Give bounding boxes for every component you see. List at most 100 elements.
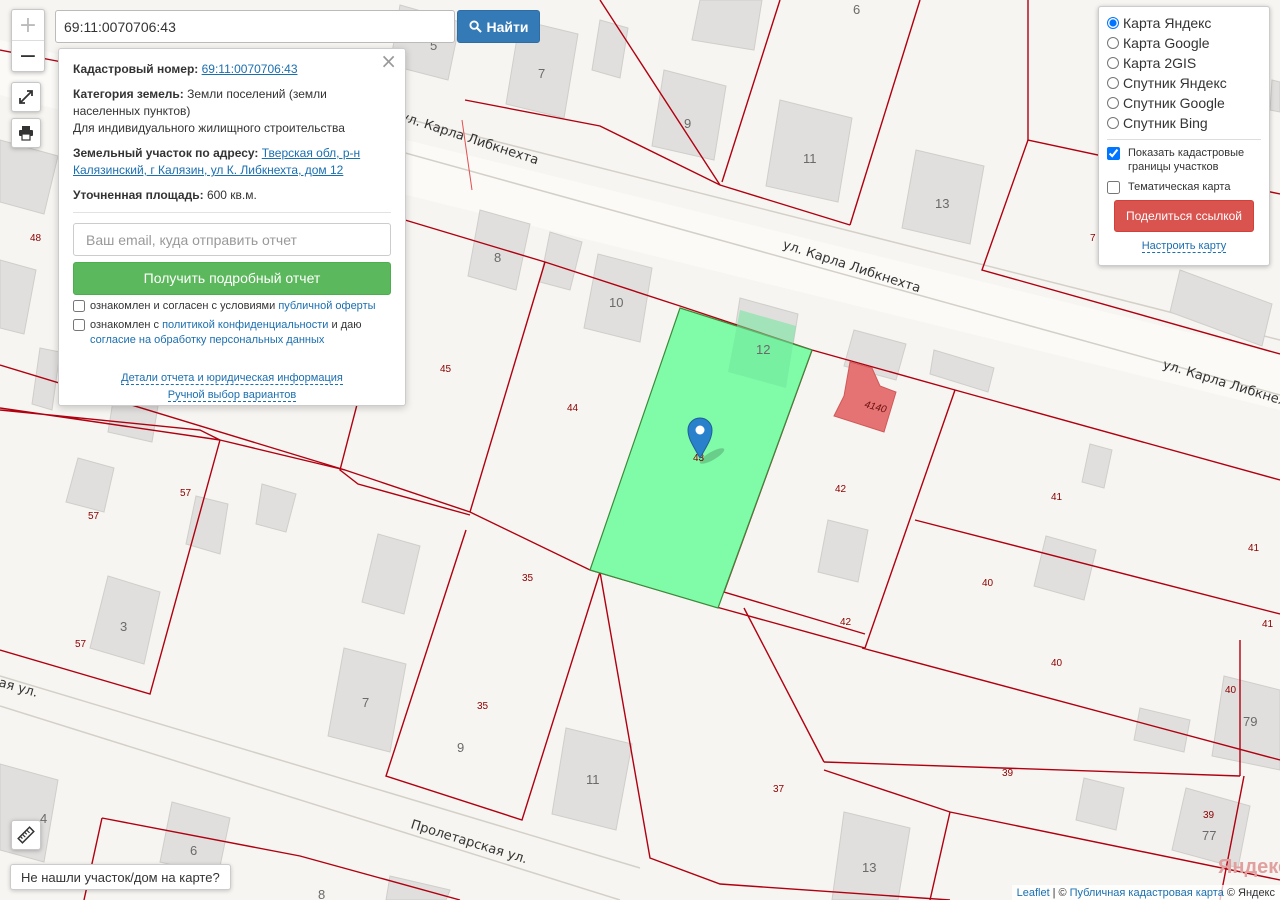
address-label: Земельный участок по адресу: [73, 146, 259, 160]
privacy-link[interactable]: политикой конфиденциальности [162, 319, 328, 331]
plot-number: 44 [567, 403, 579, 414]
offer-checkbox[interactable] [73, 300, 85, 312]
area-label: Уточненная площадь: [73, 188, 204, 202]
house-number: 9 [457, 740, 464, 755]
zoom-out-button[interactable]: − [12, 41, 44, 71]
privacy-agreement-row: ознакомлен с политикой конфиденциальност… [73, 318, 391, 348]
consent-link[interactable]: согласие на обработку персональных данны… [90, 334, 324, 346]
pkk-link[interactable]: Публичная кадастровая карта [1070, 887, 1224, 899]
search-icon [468, 20, 482, 33]
layer-option-google-map[interactable]: Карта Google [1107, 33, 1261, 53]
offer-link[interactable]: публичной оферты [278, 300, 375, 312]
plot-number: 48 [30, 233, 42, 244]
house-number: 77 [1202, 828, 1216, 843]
yandex-logo: Яндекс [1218, 856, 1280, 878]
house-number: 3 [120, 619, 127, 634]
plot-number: 40 [982, 578, 994, 589]
area-value: 600 кв.м. [206, 188, 257, 202]
cadastral-number-link[interactable]: 69:11:0070706:43 [202, 62, 298, 76]
layer-radio[interactable] [1107, 37, 1119, 49]
report-details-link[interactable]: Детали отчета и юридическая информация [121, 372, 343, 385]
setup-map-row: Настроить карту [1107, 240, 1261, 253]
offer-prefix: ознакомлен и согласен с условиями [90, 300, 276, 312]
plot-number: 35 [477, 701, 489, 712]
house-number: 8 [318, 887, 325, 900]
privacy-checkbox[interactable] [73, 319, 85, 331]
plot-number: 45 [440, 364, 452, 375]
privacy-prefix: ознакомлен с [90, 319, 160, 331]
land-use-value: Для индивидуального жилищного строительс… [73, 121, 345, 135]
fullscreen-button[interactable] [11, 82, 41, 112]
thematic-map-checkbox[interactable] [1107, 181, 1120, 194]
layer-label: Карта Яндекс [1123, 15, 1212, 31]
plot-number: 41 [1262, 619, 1274, 630]
house-number: 10 [609, 295, 623, 310]
layer-option-yandex-sat[interactable]: Спутник Яндекс [1107, 73, 1261, 93]
land-category-label: Категория земель: [73, 87, 184, 101]
show-boundaries-checkbox[interactable] [1107, 147, 1120, 160]
share-link-button[interactable]: Поделиться ссылкой [1114, 200, 1254, 232]
plot-number: 57 [75, 639, 87, 650]
privacy-text: ознакомлен с политикой конфиденциальност… [90, 318, 391, 348]
not-found-button[interactable]: Не нашли участок/дом на карте? [10, 864, 231, 890]
house-number: 79 [1243, 714, 1257, 729]
zoom-in-button[interactable]: + [12, 10, 44, 41]
ruler-button[interactable] [11, 820, 41, 850]
house-number: 12 [756, 342, 770, 357]
thematic-map-label: Тематическая карта [1128, 181, 1231, 193]
map-attribution: Leaflet | © Публичная кадастровая карта … [1011, 885, 1280, 900]
manual-selection-link[interactable]: Ручной выбор вариантов [167, 389, 297, 402]
leaflet-link[interactable]: Leaflet [1017, 887, 1050, 899]
search-input[interactable] [55, 10, 455, 43]
layer-radio[interactable] [1107, 77, 1119, 89]
plot-number: 57 [88, 511, 100, 522]
print-icon [19, 126, 33, 141]
plot-number: 42 [835, 484, 847, 495]
setup-map-link[interactable]: Настроить карту [1141, 240, 1227, 253]
land-category-row: Категория земель: Земли поселений (земли… [73, 86, 391, 137]
divider [1107, 139, 1261, 140]
show-boundaries-label: Показать кадастровые границы участков [1128, 147, 1245, 173]
house-number: 4 [40, 811, 47, 826]
print-button[interactable] [11, 118, 41, 148]
layer-radio[interactable] [1107, 97, 1119, 109]
layer-label: Спутник Bing [1123, 115, 1208, 131]
zoom-control: + − [11, 9, 45, 72]
cadastral-number-label: Кадастровый номер: [73, 62, 199, 76]
email-input[interactable] [73, 223, 391, 256]
layer-option-2gis-map[interactable]: Карта 2GIS [1107, 53, 1261, 73]
close-icon[interactable]: × [380, 51, 397, 71]
search-button[interactable]: Найти [457, 10, 540, 43]
cadastral-number-row: Кадастровый номер: 69:11:0070706:43 [73, 61, 391, 78]
plot-number: 7 [1090, 233, 1096, 244]
offer-agreement-row: ознакомлен и согласен с условиями публич… [73, 299, 391, 314]
layer-option-google-sat[interactable]: Спутник Google [1107, 93, 1261, 113]
get-report-button[interactable]: Получить подробный отчет [73, 262, 391, 295]
attribution-copyright: © [1058, 886, 1067, 899]
layer-label: Карта 2GIS [1123, 55, 1197, 71]
privacy-middle: и даю [331, 319, 362, 331]
layer-radio[interactable] [1107, 57, 1119, 69]
layer-radio[interactable] [1107, 117, 1119, 129]
plot-number: 39 [1203, 810, 1215, 821]
plot-number: 39 [1002, 768, 1014, 779]
thematic-map-row: Тематическая карта [1107, 180, 1261, 194]
layer-label: Спутник Google [1123, 95, 1225, 111]
offer-text: ознакомлен и согласен с условиями публич… [90, 299, 376, 314]
house-number: 6 [853, 2, 860, 17]
layer-option-yandex-map[interactable]: Карта Яндекс [1107, 13, 1261, 33]
plot-number: 35 [522, 573, 534, 584]
ruler-icon [17, 826, 35, 844]
plot-number: 37 [773, 784, 785, 795]
house-number: 7 [538, 66, 545, 81]
house-number: 13 [935, 196, 949, 211]
layer-option-bing-sat[interactable]: Спутник Bing [1107, 113, 1261, 133]
plot-info-popup: × Кадастровый номер: 69:11:0070706:43 Ка… [58, 48, 406, 406]
attribution-separator: | [1052, 886, 1056, 899]
plot-number: 40 [1225, 685, 1237, 696]
house-number: 11 [803, 151, 817, 166]
house-number: 13 [862, 860, 876, 875]
layer-radio[interactable] [1107, 17, 1119, 29]
map-layers-panel: Карта Яндекс Карта Google Карта 2GIS Спу… [1098, 6, 1270, 266]
plot-number: 41 [1248, 543, 1260, 554]
